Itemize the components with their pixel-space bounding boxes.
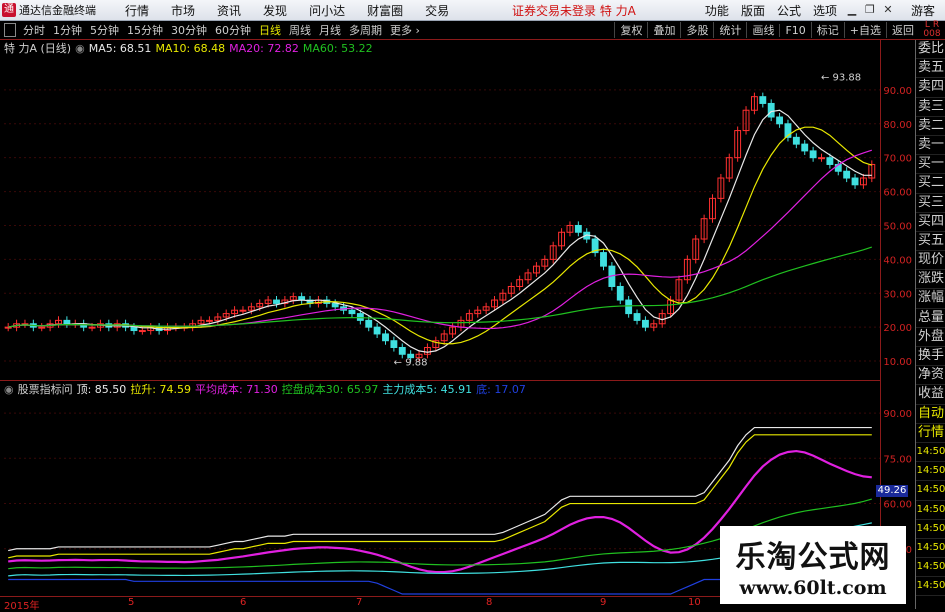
watermark-url: www.60lt.com [739, 577, 887, 599]
candle-body [382, 333, 389, 342]
y-tick-label: 50.00 [883, 221, 912, 232]
candle-body [843, 170, 851, 179]
candle-body [574, 224, 582, 233]
side-panel-item[interactable]: 换手 [916, 347, 945, 367]
ma10-line [8, 126, 872, 345]
candle-body [348, 309, 356, 315]
side-panel-item[interactable]: 卖二 [916, 117, 945, 136]
side-panel-item[interactable]: 买二 [916, 174, 945, 194]
side-panel-item[interactable]: 行情 [916, 424, 945, 443]
side-panel-item[interactable]: 净资 [916, 366, 945, 386]
candle-body [38, 326, 46, 329]
side-panel-item[interactable]: 总量 [916, 309, 945, 328]
candle-body [801, 143, 809, 152]
side-panel-item[interactable]: 现价 [916, 251, 945, 271]
side-panel-item[interactable]: 卖四 [916, 78, 945, 98]
watermark-title: 乐淘公式网 [735, 540, 891, 575]
price-annotation: ← 9.88 [394, 357, 428, 368]
candle-body [205, 319, 213, 322]
ma20-line [8, 149, 872, 330]
side-panel-item[interactable]: 14:50 [916, 558, 945, 578]
side-panel-item[interactable]: 14:50 [916, 443, 945, 463]
ma5-line [8, 109, 872, 353]
y-tick-label: 75.00 [883, 454, 912, 465]
side-panel-item[interactable]: 买三 [916, 194, 945, 213]
side-panel-item[interactable]: 卖一 [916, 136, 945, 156]
candle-body [809, 150, 817, 159]
y-tick-label: 70.00 [883, 154, 912, 165]
side-panel-item[interactable]: 14:50 [916, 520, 945, 539]
candle-body [792, 136, 800, 145]
candle-body [373, 326, 381, 335]
candle-body [600, 252, 607, 267]
side-panel-item[interactable]: 14:50 [916, 462, 945, 482]
candle-body [138, 330, 146, 333]
price-annotation: ← 93.88 [821, 73, 861, 84]
watermark-logo: 乐淘公式网 www.60lt.com [720, 526, 906, 604]
candle-body [390, 340, 398, 348]
date-label: 7 [356, 597, 363, 608]
candle-body [641, 319, 649, 328]
y-tick-label: 60.00 [883, 188, 912, 199]
side-panel-item[interactable]: 收益 [916, 385, 945, 405]
side-panel-item[interactable]: 涨幅 [916, 289, 945, 309]
side-panel-item[interactable]: 买四 [916, 213, 945, 232]
candle-body [88, 326, 96, 329]
candle-body [398, 346, 406, 355]
corner-code: 008 [923, 29, 941, 39]
side-panel: 委比 卖五 卖四 卖三 卖二 卖一 买一 买二 买三 买四 买五 现价 涨跌 涨幅 总量 外盘 换手 净资 收益 自动… [915, 40, 945, 609]
date-label: 10 [688, 597, 701, 608]
candle-body [818, 157, 825, 160]
date-label: 5 [128, 597, 135, 608]
side-panel-item[interactable]: 14:50 [916, 539, 945, 559]
candle-body [625, 299, 633, 315]
y-tick-label: 20.00 [883, 323, 912, 334]
y-tick-label: 80.00 [883, 120, 912, 131]
y-tick-label: 90.00 [883, 409, 912, 420]
candle-body [776, 116, 784, 125]
side-panel-item[interactable]: 买一 [916, 155, 945, 175]
candle-body [365, 319, 373, 328]
y-tick-label: 60.00 [883, 500, 912, 511]
candle-body [130, 326, 138, 332]
side-panel-item[interactable]: 14:50 [916, 577, 945, 597]
y-tick-label: 10.00 [883, 357, 912, 368]
candle-body [356, 313, 364, 321]
side-panel-item[interactable]: 卖三 [916, 98, 945, 117]
candle-body [826, 157, 834, 165]
candle-body [759, 96, 767, 104]
side-panel-item[interactable]: 自动 [916, 405, 945, 424]
corner-lr-indicator[interactable]: L R 008 [919, 21, 945, 39]
date-label: 6 [240, 597, 247, 608]
side-panel-item[interactable]: 涨跌 [916, 270, 945, 290]
candle-body [633, 313, 641, 321]
date-label: 8 [486, 597, 493, 608]
side-panel-item[interactable]: 14:50 [916, 481, 945, 501]
y-tick-label: 30.00 [883, 289, 912, 300]
candle-body [63, 319, 71, 325]
candle-body [851, 177, 859, 186]
price-chart[interactable]: 90.00 80.00 70.00 60.00 50.00 40.00 30.00 20.00… [0, 0, 915, 609]
candle-body [273, 299, 280, 304]
candle-body [616, 285, 624, 301]
candle-body [239, 309, 247, 312]
candle-body [331, 302, 339, 308]
side-panel-item[interactable]: 14:50 [916, 501, 945, 520]
y-tick-label: 90.00 [883, 86, 912, 97]
date-label: 9 [600, 597, 607, 608]
candle-body [767, 102, 775, 118]
side-panel-item[interactable]: 卖五 [916, 59, 945, 79]
side-panel-item[interactable]: 外盘 [916, 328, 945, 347]
current-price-tag: 49.26 [876, 485, 908, 497]
side-panel-item[interactable]: 买五 [916, 232, 945, 252]
y-axis-divider [880, 40, 881, 600]
date-label: 2015年 [4, 601, 40, 612]
y-tick-label: 40.00 [883, 255, 912, 266]
side-panel-item[interactable]: 委比 [916, 40, 945, 60]
